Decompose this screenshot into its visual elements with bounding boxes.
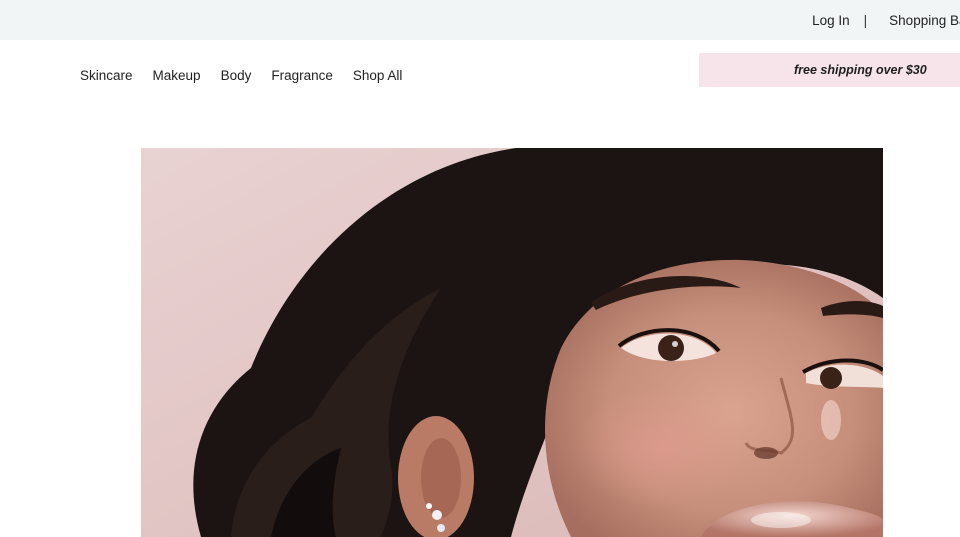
promo-text: free shipping over $30 [794,63,927,77]
shopping-bag-link[interactable]: Shopping Bag [889,13,960,28]
nav-item-shop-all[interactable]: Shop All [353,68,403,83]
utility-separator: | [863,12,868,28]
main-nav: Skincare Makeup Body Fragrance Shop All [80,66,422,84]
hero-image[interactable] [141,148,883,537]
promo-banner[interactable]: free shipping over $30 [699,53,960,87]
model-portrait-photo [141,148,883,537]
login-link[interactable]: Log In [812,13,850,28]
nav-item-makeup[interactable]: Makeup [153,68,201,83]
nav-item-body[interactable]: Body [221,68,252,83]
utility-links: Log In | Shopping Bag [812,0,960,40]
nav-item-fragrance[interactable]: Fragrance [271,68,333,83]
utility-bar: Log In | Shopping Bag [0,0,960,40]
nav-item-skincare[interactable]: Skincare [80,68,133,83]
